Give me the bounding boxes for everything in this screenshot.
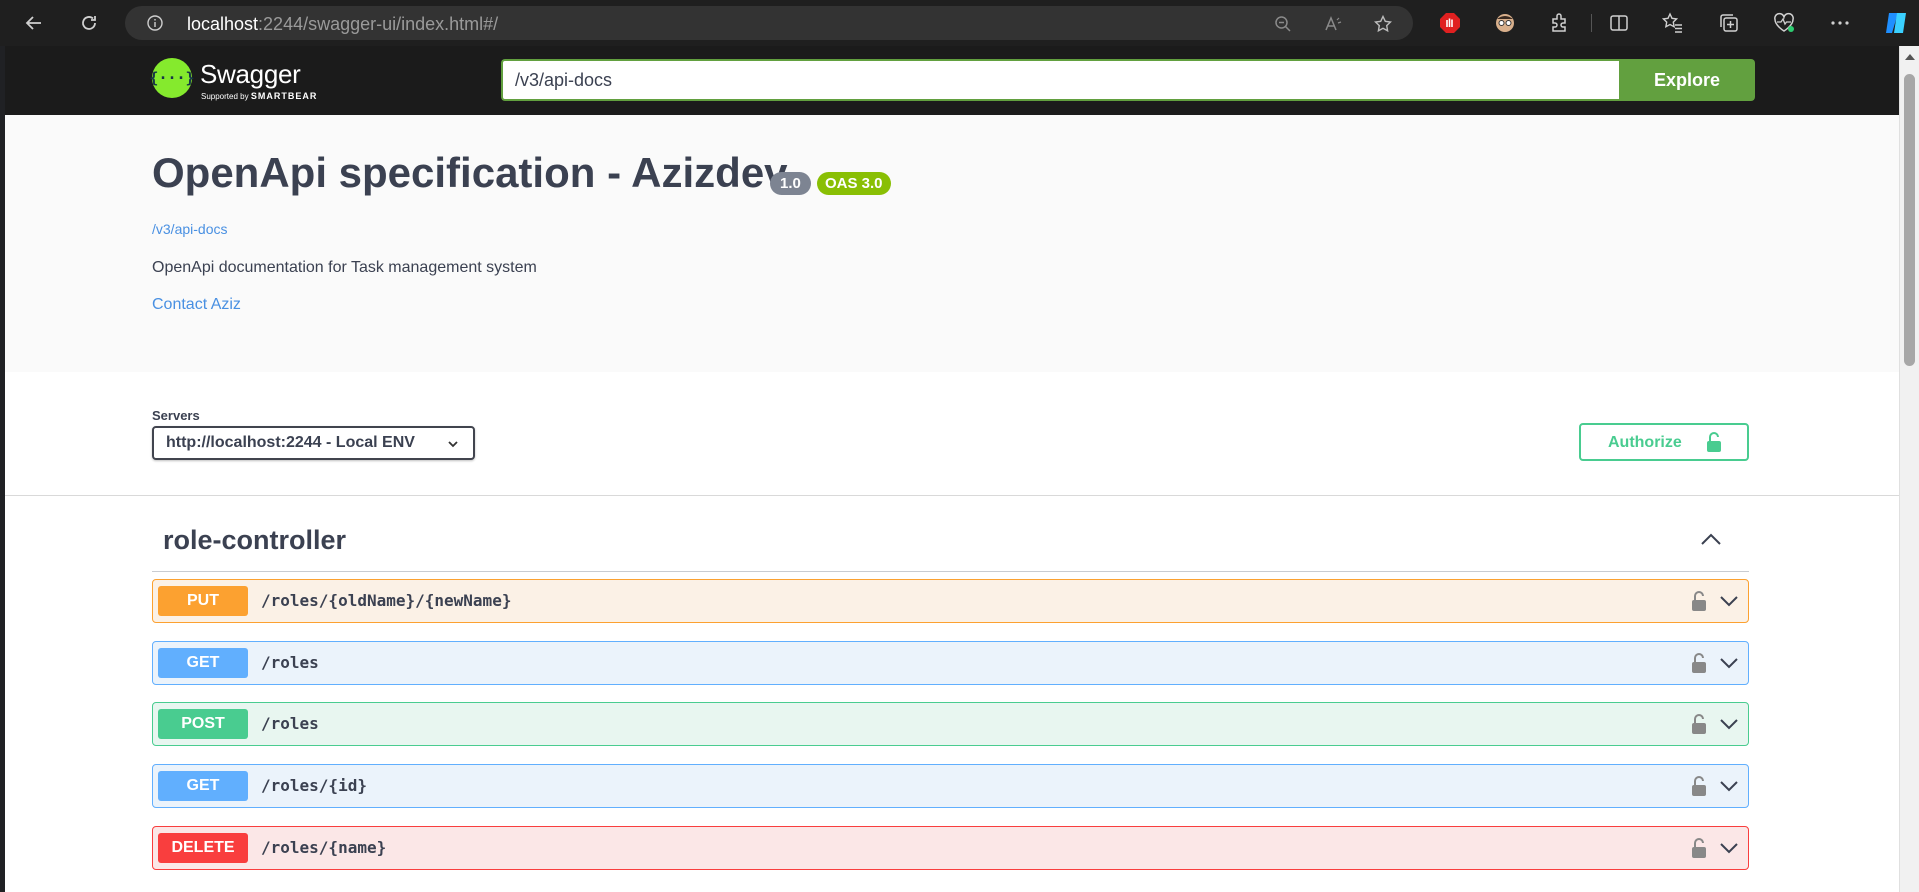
refresh-icon[interactable] xyxy=(72,6,106,40)
back-icon[interactable] xyxy=(17,6,51,40)
chevron-down-icon[interactable] xyxy=(1719,780,1739,792)
url-host: localhost xyxy=(187,14,259,34)
logo-sub-brand: SMARTBEAR xyxy=(250,91,318,101)
chevron-down-icon xyxy=(448,441,458,448)
method-badge: DELETE xyxy=(158,833,248,863)
swagger-logo-icon[interactable]: {···} xyxy=(149,58,195,98)
swagger-logo-subtext: Supported by SMARTBEAR xyxy=(201,91,317,101)
chevron-down-icon[interactable] xyxy=(1719,657,1739,669)
page-viewport: {···} Swagger Supported by SMARTBEAR Exp… xyxy=(5,46,1899,892)
operation-path: /roles/{id} xyxy=(261,776,367,795)
split-screen-icon[interactable] xyxy=(1608,12,1630,34)
browser-toolbar: localhost:2244/swagger-ui/index.html#/ xyxy=(0,0,1919,46)
operation-path: /roles xyxy=(261,653,319,672)
server-selected-value: http://localhost:2244 - Local ENV xyxy=(166,434,415,451)
site-info-icon[interactable] xyxy=(147,15,163,31)
api-docs-link[interactable]: /v3/api-docs xyxy=(152,221,227,237)
favorites-icon[interactable] xyxy=(1662,12,1684,34)
version-badge: 1.0 xyxy=(770,172,811,195)
chevron-down-icon[interactable] xyxy=(1719,842,1739,854)
operation-put-roles-rename[interactable]: PUT /roles/{oldName}/{newName} xyxy=(152,579,1749,623)
copilot-icon[interactable] xyxy=(1883,10,1909,36)
scroll-up-arrow-icon[interactable] xyxy=(1905,54,1915,60)
authorize-button[interactable]: Authorize xyxy=(1579,423,1749,461)
spec-url-input[interactable] xyxy=(501,59,1621,101)
lock-icon[interactable] xyxy=(1691,652,1707,674)
swagger-logo-text[interactable]: Swagger xyxy=(200,59,301,90)
explore-button[interactable]: Explore xyxy=(1619,59,1755,101)
url-path: :2244/swagger-ui/index.html#/ xyxy=(258,14,499,34)
operation-get-roles[interactable]: GET /roles xyxy=(152,641,1749,685)
more-options-icon[interactable] xyxy=(1829,12,1851,34)
section-divider xyxy=(5,495,1899,496)
tag-title[interactable]: role-controller xyxy=(163,525,346,556)
chevron-up-icon[interactable] xyxy=(1700,532,1722,546)
operation-path: /roles/{name} xyxy=(261,838,387,857)
favorite-star-icon[interactable] xyxy=(1374,15,1392,33)
lock-icon[interactable] xyxy=(1691,775,1707,797)
scrollbar-thumb[interactable] xyxy=(1904,74,1915,366)
operation-path: /roles xyxy=(261,714,319,733)
chevron-down-icon[interactable] xyxy=(1719,718,1739,730)
adblock-icon[interactable] xyxy=(1439,12,1461,34)
lock-icon[interactable] xyxy=(1691,713,1707,735)
unlocked-icon xyxy=(1707,432,1721,452)
authorize-label: Authorize xyxy=(1608,434,1682,451)
extension-avatar-icon[interactable] xyxy=(1494,12,1516,34)
collections-icon[interactable] xyxy=(1718,12,1740,34)
url-text[interactable]: localhost:2244/swagger-ui/index.html#/ xyxy=(187,14,498,35)
page-scrollbar[interactable] xyxy=(1899,46,1919,892)
browser-essentials-icon[interactable] xyxy=(1773,12,1795,34)
tag-divider xyxy=(152,571,1749,572)
contact-link[interactable]: Contact Aziz xyxy=(152,296,241,314)
toolbar-divider xyxy=(1591,14,1592,32)
lock-icon[interactable] xyxy=(1691,590,1707,612)
oas-badge: OAS 3.0 xyxy=(817,172,891,195)
chevron-down-icon[interactable] xyxy=(1719,595,1739,607)
operation-post-roles[interactable]: POST /roles xyxy=(152,702,1749,746)
read-aloud-icon[interactable] xyxy=(1324,15,1342,33)
operation-path: /roles/{oldName}/{newName} xyxy=(261,591,512,610)
zoom-out-icon[interactable] xyxy=(1274,15,1292,33)
operation-delete-role[interactable]: DELETE /roles/{name} xyxy=(152,826,1749,870)
method-badge: GET xyxy=(158,648,248,678)
server-select[interactable]: http://localhost:2244 - Local ENV xyxy=(152,426,475,460)
extensions-puzzle-icon[interactable] xyxy=(1549,12,1571,34)
method-badge: GET xyxy=(158,771,248,801)
swagger-topbar: {···} Swagger Supported by SMARTBEAR Exp… xyxy=(5,46,1899,115)
api-description: OpenApi documentation for Task managemen… xyxy=(152,259,537,276)
logo-sub-prefix: Supported by xyxy=(201,92,249,101)
address-bar[interactable]: localhost:2244/swagger-ui/index.html#/ xyxy=(125,6,1413,40)
servers-label: Servers xyxy=(152,408,200,423)
method-badge: PUT xyxy=(158,586,248,616)
lock-icon[interactable] xyxy=(1691,837,1707,859)
method-badge: POST xyxy=(158,709,248,739)
operation-get-role-by-id[interactable]: GET /roles/{id} xyxy=(152,764,1749,808)
api-title: OpenApi specification - Azizdev xyxy=(152,149,788,196)
